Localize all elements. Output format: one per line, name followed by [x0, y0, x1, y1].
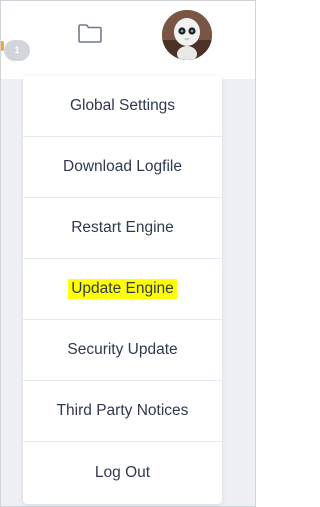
menu-item-label: Global Settings: [69, 97, 176, 114]
notification-badge[interactable]: 1: [4, 40, 30, 61]
menu-item-update-engine[interactable]: Update Engine: [23, 259, 222, 320]
app-frame: 1 Global Settings Download Logfile Resta…: [0, 0, 256, 507]
folder-icon: [77, 22, 103, 49]
user-dropdown-menu: Global Settings Download Logfile Restart…: [23, 76, 222, 504]
menu-item-global-settings[interactable]: Global Settings: [23, 76, 222, 137]
menu-item-label: Update Engine: [68, 279, 177, 299]
user-avatar[interactable]: [162, 10, 212, 60]
menu-item-restart-engine[interactable]: Restart Engine: [23, 198, 222, 259]
menu-item-label: Security Update: [67, 341, 178, 358]
menu-item-label: Restart Engine: [71, 219, 174, 236]
menu-item-third-party-notices[interactable]: Third Party Notices: [23, 381, 222, 442]
folder-button[interactable]: [75, 21, 105, 49]
top-toolbar: 1: [1, 1, 255, 79]
menu-item-label: Log Out: [94, 464, 151, 481]
menu-item-log-out[interactable]: Log Out: [23, 442, 222, 504]
menu-item-security-update[interactable]: Security Update: [23, 320, 222, 381]
menu-item-download-logfile[interactable]: Download Logfile: [23, 137, 222, 198]
menu-item-label: Download Logfile: [63, 158, 182, 175]
robot-avatar-icon: [162, 10, 212, 60]
menu-item-label: Third Party Notices: [56, 402, 189, 419]
